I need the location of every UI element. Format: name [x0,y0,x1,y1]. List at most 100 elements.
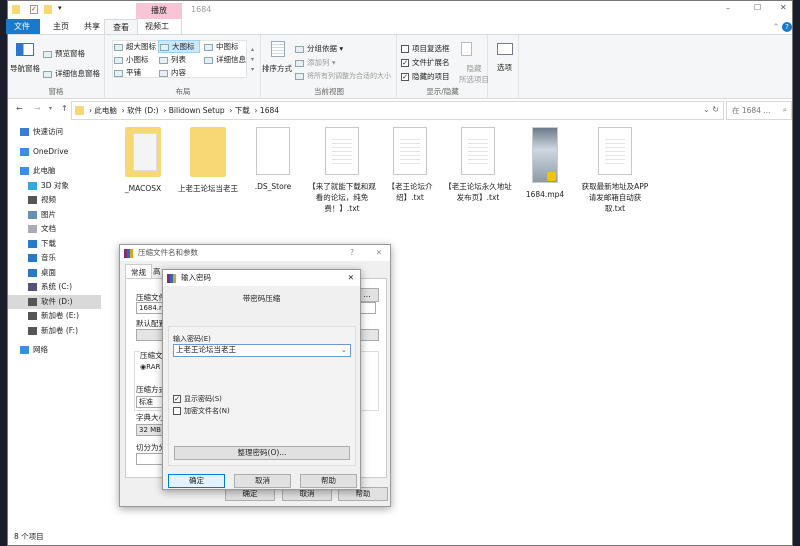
sidebar-item-label: 新加卷 (E:) [41,311,80,320]
item-checkboxes-toggle[interactable]: 项目复选框 [401,43,450,54]
file-item[interactable]: 【来了就能下载和观看的论坛，纯免费！】.txt [306,127,378,214]
current-view-group: 排序方式 分组依据 ▾ 添加列 ▾ 将所有列调整为合适的大小 当前视图 [262,35,397,99]
layout-medium[interactable]: 中图标 [204,41,239,52]
file-item[interactable]: .DS_Store [237,127,309,192]
help-button[interactable]: ? [350,245,354,261]
checkbox[interactable]: ✓ [173,395,181,403]
minimize-button[interactable]: – [726,4,730,13]
sidebar-item[interactable]: OneDrive [8,145,101,160]
tab-video-tools[interactable]: 视频工具 [136,19,182,46]
sidebar-item[interactable]: 新加卷 (E:) [8,309,101,324]
add-columns-button[interactable]: 添加列 ▾ [295,57,336,68]
nav-pane-button[interactable]: 导航窗格 [10,63,40,74]
password-input[interactable]: 上老王论坛当老王 ⌄ [173,344,351,357]
properties-icon[interactable]: ✓ [30,5,38,14]
sidebar-item-label: 视频 [41,195,56,204]
maximize-button[interactable]: ☐ [754,3,761,12]
show-password-checkbox[interactable]: ✓ 显示密码(S) [173,394,222,404]
crumb[interactable]: Bilidown Setup [169,106,225,115]
sidebar-item[interactable]: 视频 [8,193,101,208]
forward-button[interactable]: → [34,104,41,113]
preview-pane-button[interactable]: 预览窗格 [43,48,85,59]
close-button[interactable]: ✕ [348,270,354,286]
layout-extra-large[interactable]: 超大图标 [114,41,156,52]
checkbox[interactable]: ✓ [401,59,409,67]
layout-content[interactable]: 内容 [159,67,186,78]
file-item[interactable]: 获取最新地址及APP请发邮箱自动获取.txt [579,127,651,214]
encrypt-filenames-checkbox[interactable]: 加密文件名(N) [173,406,230,416]
search-icon: ⌕ [782,105,787,114]
layout-tiles[interactable]: 平铺 [114,67,141,78]
back-button[interactable]: ← [16,104,23,113]
preview-pane-label: 预览窗格 [55,49,85,58]
up-button[interactable]: ↑ [61,104,68,113]
tab-home[interactable]: 主页 [45,19,77,34]
hidden-items-toggle[interactable]: ✓ 隐藏的项目 [401,71,450,82]
address-bar[interactable]: › 此电脑 › 软件 (D:) › Bilidown Setup › 下载 › … [71,101,724,120]
format-rar-radio[interactable]: ◉RAR [140,363,160,371]
checkbox[interactable]: ✓ [401,73,409,81]
file-name: 上老王论坛当老王 [178,184,238,193]
search-box[interactable]: 在 1684 ... ⌕ [726,101,792,120]
layout-scroll[interactable]: ▴ ▾ ▾ [251,45,254,75]
collapse-ribbon-icon[interactable]: ^ [773,23,779,31]
chevron-down-icon[interactable]: ⌄ [341,345,347,355]
sidebar-item[interactable]: 系统 (C:) [8,280,101,295]
layout-label: 详细信息 [216,55,246,64]
group-by-button[interactable]: 分组依据 ▾ [295,43,343,54]
checkbox[interactable] [173,407,181,415]
checkbox[interactable] [401,45,409,53]
sidebar-item[interactable]: 软件 (D:) [8,294,101,309]
help-icon[interactable]: ? [782,22,792,32]
hide-selected-button[interactable]: 隐藏 所选项目 [459,63,489,85]
sidebar-item[interactable]: 音乐 [8,251,101,266]
file-item[interactable]: 【老王论坛永久地址发布页】.txt [442,127,514,203]
refresh-icon[interactable]: ⌄ ↻ [703,105,719,114]
tab-advanced[interactable]: 高 [153,266,161,277]
crumb[interactable]: 此电脑 [94,106,117,115]
file-item[interactable]: _MACOSX [107,127,179,194]
panes-group: 导航窗格 预览窗格 详细信息窗格 窗格 [8,35,105,99]
tab-file[interactable]: 文件 [6,19,40,34]
sidebar-item[interactable]: 网络 [8,343,101,358]
layout-small[interactable]: 小图标 [114,54,149,65]
sort-by-button[interactable]: 排序方式 [262,63,292,74]
file-extensions-toggle[interactable]: ✓ 文件扩展名 [401,57,450,68]
customize-qat-icon[interactable]: ▾ [58,4,62,12]
layout-list[interactable]: 列表 [159,54,186,65]
tab-general[interactable]: 常规 [125,264,152,278]
pictures-icon [28,210,37,219]
crumb[interactable]: 软件 (D:) [127,106,159,115]
layout-large[interactable]: 大图标 [158,40,200,53]
sidebar-item[interactable]: 3D 对象 [8,179,101,194]
ok-button[interactable]: 确定 [168,474,225,488]
new-folder-icon[interactable] [44,5,52,14]
file-item[interactable]: 【老王论坛介绍】.txt [374,127,446,203]
crumb[interactable]: 1684 [260,106,279,115]
drive-icon [28,283,37,291]
sidebar-item[interactable]: 此电脑 [8,164,101,179]
details-pane-button[interactable]: 详细信息窗格 [43,68,100,79]
sidebar-item[interactable]: 下载 [8,237,101,252]
sidebar-item[interactable]: 桌面 [8,266,101,281]
help-button[interactable]: 帮助 [300,474,357,488]
close-button[interactable]: ✕ [780,3,787,12]
hide-selected-icon [461,42,472,56]
size-all-columns-button[interactable]: 将所有列调整为合适的大小 [295,71,391,81]
file-item[interactable]: 上老王论坛当老王 [172,127,244,194]
layout-label: 超大图标 [126,42,156,51]
sidebar-item[interactable]: 快速访问 [8,125,101,140]
close-button[interactable]: ✕ [376,245,382,261]
options-button[interactable]: 选项 [497,62,512,73]
recent-locations-button[interactable]: ▾ [49,105,52,112]
size-columns-label: 将所有列调整为合适的大小 [307,72,391,80]
crumb[interactable]: 下载 [235,106,250,115]
organize-passwords-button[interactable]: 整理密码(O)... [174,446,350,460]
sidebar-item[interactable]: 图片 [8,208,101,223]
layout-details[interactable]: 详细信息 [204,54,246,65]
sidebar-item[interactable]: 新加卷 (F:) [8,324,101,339]
sidebar-item[interactable]: 文档 [8,222,101,237]
file-item[interactable]: 1684.mp4 [509,127,581,200]
cancel-button[interactable]: 取消 [234,474,291,488]
tab-view[interactable]: 查看 [104,19,138,34]
